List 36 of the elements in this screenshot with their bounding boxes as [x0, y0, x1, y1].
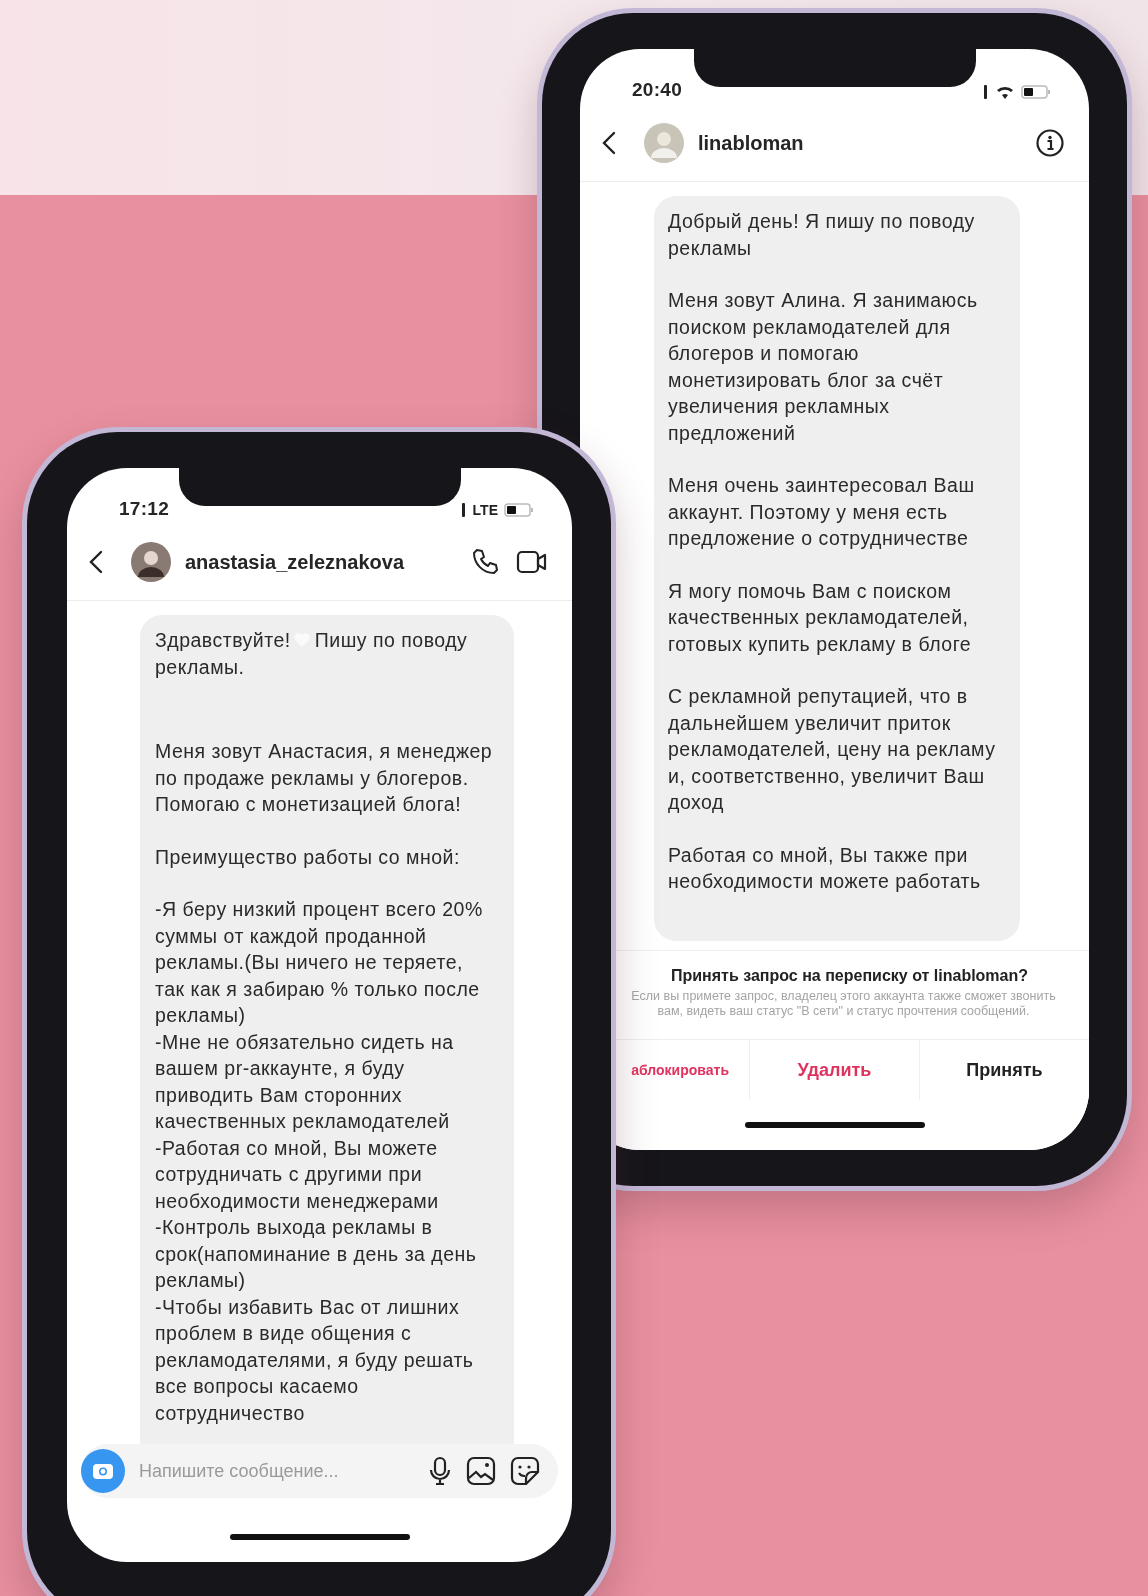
- signal-icon: [983, 84, 989, 99]
- image-icon[interactable]: [466, 1456, 496, 1486]
- message-text: Я могу помочь Вам с поиском качественных рекламодателей, готовых купить рекламу в блоге: [668, 578, 973, 657]
- status-time: 17:12: [119, 498, 170, 521]
- avatar[interactable]: [131, 542, 171, 582]
- battery-icon: [1021, 84, 1051, 99]
- back-icon[interactable]: [602, 131, 616, 155]
- status-time: 20:40: [632, 79, 683, 102]
- phone-icon[interactable]: [470, 547, 500, 577]
- camera-icon[interactable]: [81, 1449, 125, 1493]
- message-text: Преимущество работы со мной:: [155, 844, 461, 870]
- username[interactable]: linabloman: [698, 131, 1035, 155]
- message-text: Добрый день! Я пишу по поводу рекламы: [668, 209, 976, 261]
- request-action-button[interactable]: Принять: [919, 1040, 1089, 1100]
- battery-icon: [504, 503, 534, 517]
- info-icon[interactable]: [1035, 128, 1065, 158]
- network-type: LTE: [472, 502, 498, 518]
- message-text: Пишу по поводу: [314, 628, 468, 653]
- back-icon[interactable]: [89, 550, 103, 574]
- message-text: Здравствуйте!: [155, 628, 291, 653]
- message-composer[interactable]: Напишите сообщение...: [81, 1444, 558, 1498]
- message-text: рекламы.: [155, 654, 245, 680]
- message-text: С рекламной репутацией, что в дальнейшем увеличит приток рекламодателей, цену на рекламу и, соответственно, увеличит Ваш доход: [668, 684, 997, 815]
- message-text: Меня зовут Анастасия, я менеджер по продаже рекламы у блогеров. Помогаю с монетизацией блога!: [155, 739, 494, 817]
- message-text: Меня очень заинтересовал Ваш аккаунт. Поэтому у меня есть предложение о сотрудничестве: [668, 473, 976, 551]
- video-call-icon[interactable]: [516, 548, 548, 576]
- message-text: Работая со мной, Вы также при необходимости можете работать: [668, 842, 982, 894]
- wifi-icon: [995, 84, 1015, 99]
- request-title: Принять запрос на переписку от linabloman?: [669, 966, 1030, 986]
- message-input[interactable]: Напишите сообщение...: [139, 1460, 414, 1482]
- message-text: -Я беру низкий процент всего 20% суммы от каждой проданной рекламы.(Вы ничего не теряете, так как я забираю % только после рекламы) -Мне не обязательно сидеть на вашем pr-аккаунте, я буду приводить Вам сторонних качественных рекламодателей -Работая со мной, Вы можете сотрудничать с другими при необходимости менеджерами -Контроль выхода рекламы в срок(напоминание в день за день рекламы) -Чтобы избавить Вас от лишних проблем в виде общения с рекламодателями, я буду решать все вопросы касаемо сотрудничество: [155, 897, 484, 1426]
- request-description: Если вы примете запрос, владелец этого аккаунта также сможет звонить вам, видеть ваш статус "В сети" и статус прочтения сообщений.: [630, 989, 1057, 1020]
- microphone-icon[interactable]: [428, 1456, 452, 1486]
- sticker-icon[interactable]: [510, 1456, 540, 1486]
- username[interactable]: anastasia_zeleznakova: [185, 550, 454, 574]
- message-text: Меня зовут Алина. Я занимаюсь поиском рекламодателей для блогеров и помогаю монетизировать блог за счёт увеличения рекламных предложений: [668, 288, 979, 446]
